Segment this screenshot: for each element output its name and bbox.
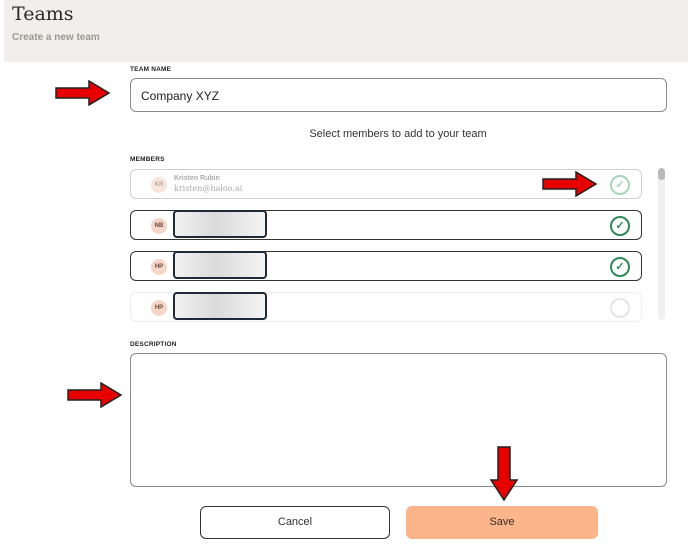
cancel-button[interactable]: Cancel	[200, 506, 390, 539]
redacted-member-info	[173, 251, 267, 279]
scrollbar-thumb[interactable]	[658, 168, 665, 180]
page-header: Teams Create a new team	[4, 0, 688, 62]
avatar: KR	[151, 177, 167, 193]
team-name-input[interactable]: Company XYZ	[130, 78, 667, 112]
arrow-right-icon	[67, 382, 123, 408]
arrow-right-icon	[55, 80, 111, 106]
member-email: kristen@haloo.ai	[174, 184, 243, 193]
selected-check-icon[interactable]: ✓	[610, 257, 630, 277]
members-scrollbar[interactable]	[658, 168, 665, 320]
avatar: NB	[151, 218, 167, 234]
select-members-prompt: Select members to add to your team	[309, 128, 487, 140]
page-subtitle: Create a new team	[12, 32, 100, 43]
avatar: HP	[151, 259, 167, 275]
page-title: Teams	[12, 3, 74, 25]
redacted-member-info	[173, 292, 267, 320]
member-row[interactable]: HP ✓	[130, 251, 642, 281]
selected-check-icon[interactable]: ✓	[610, 175, 630, 195]
team-name-value: Company XYZ	[141, 89, 220, 103]
arrow-down-icon	[490, 446, 518, 502]
avatar: HP	[151, 300, 167, 316]
selected-check-icon[interactable]: ✓	[610, 216, 630, 236]
member-row[interactable]: HP	[130, 292, 642, 322]
unselected-circle-icon[interactable]	[610, 298, 630, 318]
arrow-right-icon	[542, 171, 598, 197]
member-name: Kristen Rubin	[174, 175, 220, 182]
description-textarea[interactable]	[130, 353, 667, 487]
members-label: MEMBERS	[130, 156, 165, 163]
team-name-label: TEAM NAME	[130, 66, 172, 73]
description-label: DESCRIPTION	[130, 341, 177, 348]
member-row[interactable]: NB ✓	[130, 210, 642, 240]
save-button[interactable]: Save	[406, 506, 598, 539]
redacted-member-info	[173, 210, 267, 238]
